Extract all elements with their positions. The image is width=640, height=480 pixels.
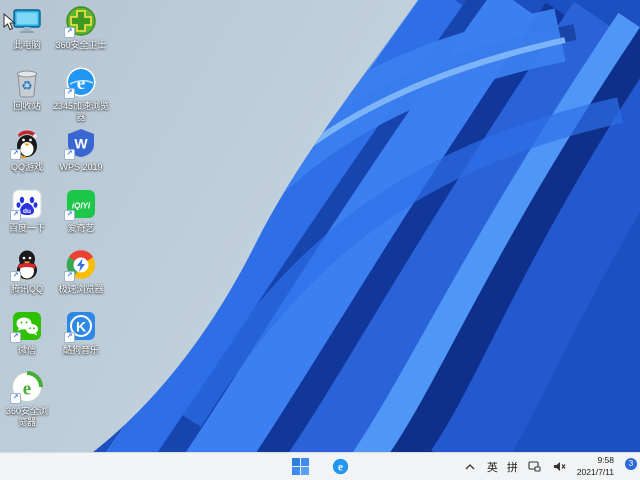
icon-label: 360安全卫士 [55, 40, 107, 50]
clock-time: 9:58 [597, 455, 614, 466]
icon-label: QQ游戏 [10, 162, 43, 172]
icon-label: 腾讯QQ [10, 284, 43, 294]
icon-label: 回收站 [13, 101, 41, 111]
iqiyi-icon: iQIYI ↗ [64, 188, 97, 221]
svg-text:K: K [76, 319, 86, 335]
qq-games-icon: ↗ [10, 127, 43, 160]
desktop-icon-tencent-qq[interactable]: ↗ 腾讯QQ [2, 249, 52, 310]
desktop-icon-qq-games[interactable]: ↗ QQ游戏 [2, 127, 52, 188]
shortcut-arrow-icon: ↗ [64, 271, 75, 282]
desktop-icon-360-safe[interactable]: ↗ 360安全卫士 [52, 5, 110, 66]
icon-label: 微信 [17, 345, 36, 355]
taskbar-clock[interactable]: 9:58 2021/7/11 [577, 455, 614, 477]
kugou-music-icon: K ↗ [64, 310, 97, 343]
desktop-icon-360-browser[interactable]: e ↗ 360安全浏览器 [2, 371, 52, 432]
icon-label: WPS 2019 [59, 162, 103, 172]
speed-browser-icon: ↗ [64, 249, 97, 282]
360-safe-icon: ↗ [64, 5, 97, 38]
shortcut-arrow-icon: ↗ [64, 88, 75, 99]
svg-text:♻: ♻ [21, 79, 33, 94]
desktop-icon-iqiyi[interactable]: iQIYI ↗ 爱奇艺 [52, 188, 110, 249]
chevron-up-icon [465, 463, 475, 469]
start-button[interactable] [288, 455, 312, 479]
baidu-icon: du ↗ [10, 188, 43, 221]
taskbar-center-icons: e [288, 455, 352, 479]
network-icon [528, 461, 541, 472]
icon-label: 极速浏览器 [58, 284, 104, 294]
windows-logo-icon [291, 458, 309, 475]
shortcut-arrow-icon: ↗ [10, 149, 21, 160]
shortcut-arrow-icon: ↗ [10, 332, 21, 343]
clock-date: 2021/7/11 [576, 466, 614, 477]
shortcut-arrow-icon: ↗ [64, 332, 75, 343]
icon-label: 此电脑 [13, 40, 41, 50]
shortcut-arrow-icon: ↗ [64, 210, 75, 221]
icon-label: 酷狗音乐 [62, 345, 99, 355]
desktop-icon-wechat[interactable]: ↗ 微信 [2, 310, 52, 371]
volume-tray-button[interactable] [552, 455, 568, 479]
svg-text:du: du [23, 208, 31, 215]
shortcut-arrow-icon: ↗ [10, 393, 21, 404]
icon-label: 百度一下 [8, 223, 45, 233]
icon-label: 360安全浏览器 [5, 406, 49, 427]
volume-muted-icon [554, 462, 566, 471]
ime-mode-indicator[interactable]: 拼 [507, 459, 518, 475]
icon-label: 爱奇艺 [67, 223, 95, 233]
desktop-icon-baidu[interactable]: du ↗ 百度一下 [2, 188, 52, 249]
tray-overflow-button[interactable] [462, 455, 478, 479]
network-tray-button[interactable] [527, 455, 543, 479]
desktop-icon-kugou-music[interactable]: K ↗ 酷狗音乐 [52, 310, 110, 371]
notification-badge[interactable]: 3 [625, 457, 637, 470]
desktop-icon-2345-browser[interactable]: e ↗ 2345加速浏览器 [52, 66, 110, 127]
desktop-icon-recycle-bin[interactable]: ♻ 回收站 [2, 66, 52, 127]
desktop-icon-wps-2019[interactable]: W ↗ WPS 2019 [52, 127, 110, 188]
browser-e-icon: e [331, 457, 349, 476]
svg-text:e: e [23, 379, 31, 400]
desktop-wallpaper: 此电脑 ↗ 360安全卫士 ♻ 回收站 e ↗ 2345加速浏览器 ↗ QQ游戏… [0, 0, 640, 453]
shortcut-arrow-icon: ↗ [10, 271, 21, 282]
recycle-bin-icon: ♻ [11, 66, 43, 98]
taskbar: e 英 拼 9:58 2021/7/11 3 [0, 452, 640, 480]
ime-language-indicator[interactable]: 英 [487, 459, 498, 475]
svg-text:W: W [74, 136, 88, 152]
desktop-icon-speed-browser[interactable]: ↗ 极速浏览器 [52, 249, 110, 310]
shortcut-arrow-icon: ↗ [64, 149, 75, 160]
browser-taskbar-button[interactable]: e [328, 455, 352, 479]
desktop-icon-grid: 此电脑 ↗ 360安全卫士 ♻ 回收站 e ↗ 2345加速浏览器 ↗ QQ游戏… [2, 5, 110, 432]
system-tray: 英 拼 9:58 2021/7/11 3 [462, 453, 637, 480]
wps-2019-icon: W ↗ [64, 127, 97, 160]
svg-text:e: e [337, 462, 342, 474]
wechat-icon: ↗ [10, 310, 43, 343]
mouse-cursor [3, 13, 16, 31]
shortcut-arrow-icon: ↗ [10, 210, 21, 221]
icon-label: 2345加速浏览器 [52, 101, 110, 122]
svg-text:e: e [77, 73, 85, 94]
svg-text:iQIYI: iQIYI [72, 202, 91, 211]
tencent-qq-icon: ↗ [10, 249, 43, 282]
360-browser-icon: e ↗ [10, 371, 43, 404]
shortcut-arrow-icon: ↗ [64, 27, 75, 38]
2345-browser-icon: e ↗ [64, 66, 97, 99]
